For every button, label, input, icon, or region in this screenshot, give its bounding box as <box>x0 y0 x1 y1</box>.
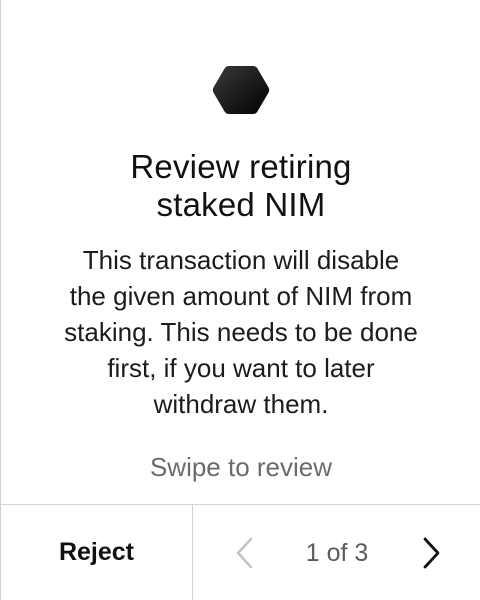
description-line: This transaction will disable <box>82 245 400 275</box>
description: This transaction will disable the given … <box>21 242 461 422</box>
page-indicator: 1 of 3 <box>305 539 369 567</box>
title-line: Review retiring <box>130 148 352 185</box>
chevron-right-icon[interactable] <box>415 535 447 571</box>
description-line: first, if you want to later <box>107 353 375 383</box>
page-title: Review retiring staked NIM <box>1 148 480 224</box>
description-line: staking. This needs to be done <box>64 317 418 347</box>
review-screen: Review retiring staked NIM This transact… <box>0 0 480 600</box>
title-line: staked NIM <box>156 186 326 223</box>
chevron-left-icon[interactable] <box>229 535 261 571</box>
nimiq-hexagon-icon <box>212 66 270 114</box>
description-line: withdraw them. <box>153 389 329 419</box>
description-line: the given amount of NIM from <box>69 281 413 311</box>
swipe-hint: Swipe to review <box>149 452 333 482</box>
pager: 1 of 3 <box>193 505 480 600</box>
footer-bar: Reject 1 of 3 <box>1 504 480 600</box>
reject-button[interactable]: Reject <box>1 505 193 600</box>
review-content[interactable]: Review retiring staked NIM This transact… <box>1 0 480 504</box>
